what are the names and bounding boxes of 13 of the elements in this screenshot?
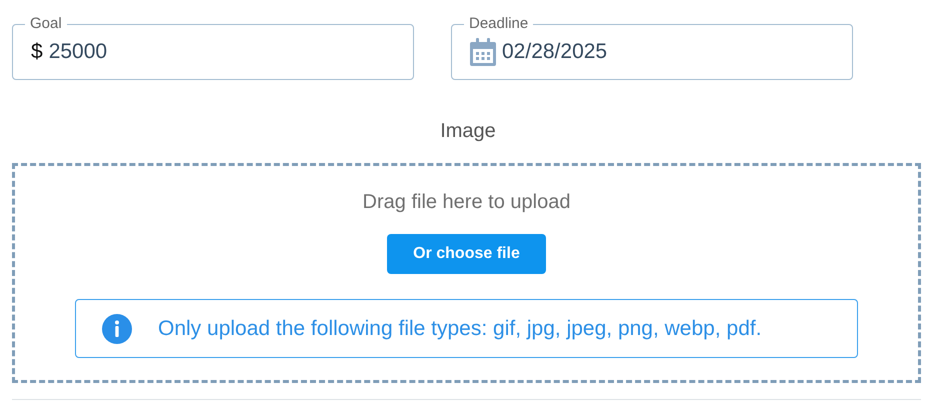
upload-dropzone[interactable]: Drag file here to upload Or choose file Only upload the following file types: gif, jpg, jpeg, png, webp, pdf. (12, 163, 921, 383)
field-value: 25000 (48, 40, 108, 64)
dropzone-text: Drag file here to upload (362, 191, 570, 214)
field-label: Deadline (468, 15, 530, 33)
amount-field[interactable]: Goal $ 25000 (12, 15, 414, 80)
currency-prefix: $ (31, 40, 43, 64)
field-value: 02/28/2025 (502, 40, 608, 64)
info-text: Only upload the following file types: gif, jpg, jpeg, png, webp, pdf. (158, 316, 762, 340)
calendar-icon[interactable] (470, 38, 496, 66)
info-icon (102, 314, 132, 344)
field-label: Goal (29, 15, 63, 33)
section-label: Image (440, 120, 496, 143)
date-field[interactable]: Deadline 02/28/2025 (451, 15, 853, 80)
